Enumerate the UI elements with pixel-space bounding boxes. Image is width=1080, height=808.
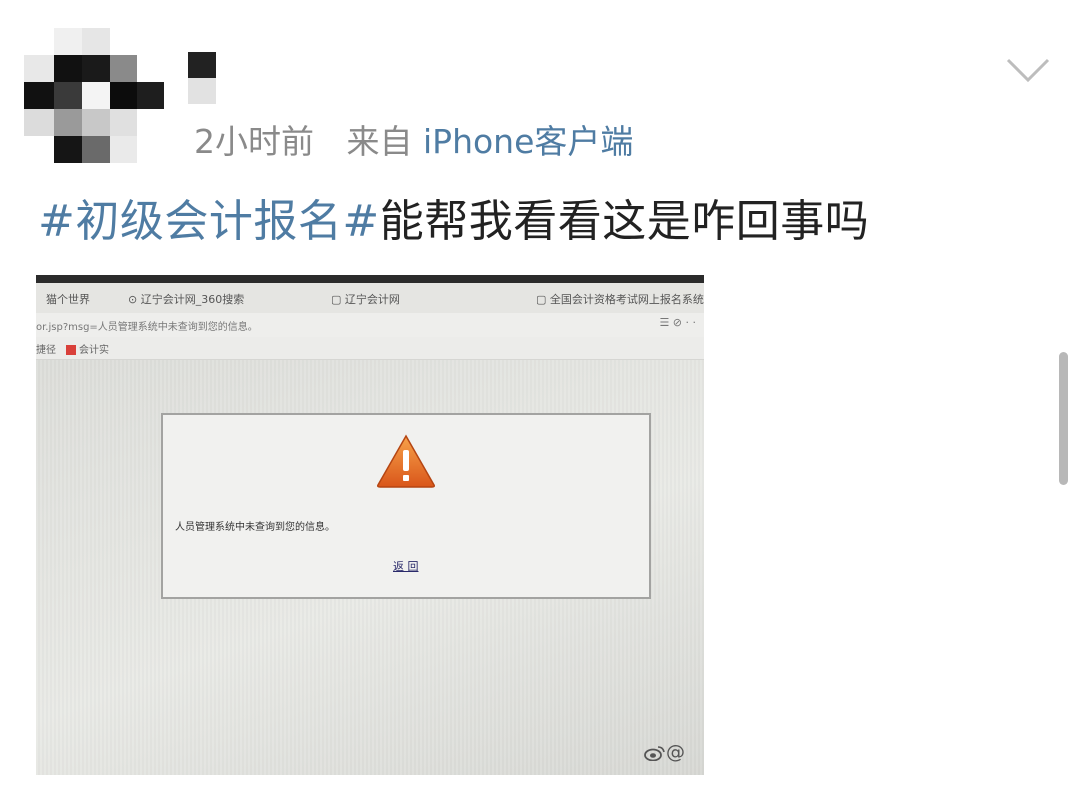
avatar[interactable] — [24, 28, 164, 163]
post-body: 能帮我看看这是咋回事吗 — [379, 196, 870, 247]
weibo-watermark: @ — [644, 741, 685, 763]
browser-tabs: 猫个世界 ⊙ 辽宁会计网_360搜索 ▢ 辽宁会计网 ▢ 全国会计资格考试网上报… — [36, 283, 704, 314]
browser-tab: ▢ 全国会计资格考试网上报名系统 — [536, 293, 704, 306]
favorite-item: 会计实 — [66, 341, 109, 356]
favorite-item: 捷径 — [36, 345, 56, 356]
post-time: 2小时前 — [194, 122, 314, 161]
hashtag-link[interactable]: #初级会计报名# — [38, 196, 380, 247]
browser-tab: 猫个世界 — [46, 293, 90, 306]
post-meta: 2小时前 来自 iPhone客户端 — [194, 115, 633, 163]
monitor-bezel — [36, 275, 704, 283]
source-client-link[interactable]: iPhone客户端 — [423, 122, 633, 161]
source-prefix: 来自 — [346, 122, 413, 161]
browser-address-bar: or.jsp?msg=人员管理系统中未查询到您的信息。 ☰ ⊘ · · — [36, 313, 704, 338]
favorites-bar: 捷径 会计实 — [36, 337, 704, 360]
bookmark-icon — [66, 345, 76, 355]
error-dialog: 人员管理系统中未查询到您的信息。 返 回 — [161, 413, 651, 599]
address-text: or.jsp?msg=人员管理系统中未查询到您的信息。 — [36, 322, 258, 333]
scrollbar[interactable] — [1059, 352, 1068, 485]
address-tools-icon: ☰ ⊘ · · — [659, 316, 696, 329]
warning-triangle-icon — [377, 434, 435, 488]
weibo-logo-icon — [644, 745, 665, 761]
browser-tab: ⊙ 辽宁会计网_360搜索 — [128, 293, 245, 306]
chevron-down-icon[interactable] — [1006, 56, 1050, 84]
post-image[interactable]: 猫个世界 ⊙ 辽宁会计网_360搜索 ▢ 辽宁会计网 ▢ 全国会计资格考试网上报… — [36, 275, 704, 775]
back-button[interactable]: 返 回 — [393, 558, 419, 574]
browser-tab: ▢ 辽宁会计网 — [331, 293, 400, 306]
post-text: #初级会计报名#能帮我看看这是咋回事吗 — [38, 185, 869, 249]
dialog-message: 人员管理系统中未查询到您的信息。 — [175, 522, 335, 533]
username-mosaic[interactable] — [188, 52, 216, 104]
